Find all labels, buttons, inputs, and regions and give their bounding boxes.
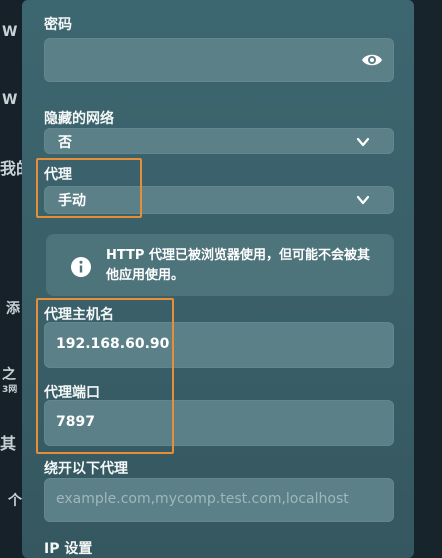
password-label: 密码 [44, 17, 72, 33]
hidden-network-label: 隐藏的网络 [44, 111, 114, 127]
password-field[interactable] [44, 38, 394, 82]
bypass-proxy-placeholder: example.com,mycomp.test.com,localhost [56, 491, 349, 507]
background-fragment: W [2, 92, 18, 108]
proxy-highlight-box [36, 158, 142, 218]
background-right [412, 0, 442, 558]
background-fragment: 个 [8, 493, 22, 509]
background-fragment: W [2, 24, 18, 40]
background-fragment: 其 [0, 434, 17, 453]
hidden-network-select[interactable] [44, 128, 394, 154]
chevron-down-icon[interactable] [356, 134, 370, 148]
background-fragment: 添 [6, 301, 20, 317]
proxy-info-text: HTTP 代理已被浏览器使用，但可能不会被其他应用使用。 [106, 248, 370, 283]
eye-icon[interactable] [360, 50, 384, 70]
ip-settings-label: IP 设置 [44, 541, 93, 557]
hidden-network-value: 否 [58, 135, 72, 151]
background-left [0, 0, 24, 558]
chevron-down-icon[interactable] [356, 192, 370, 206]
info-icon [70, 256, 92, 278]
host-port-highlight-box [36, 298, 174, 454]
bypass-proxy-label: 绕开以下代理 [44, 461, 128, 477]
background-fragment: 之 [2, 367, 16, 383]
background-fragment: 3网 [2, 385, 18, 395]
